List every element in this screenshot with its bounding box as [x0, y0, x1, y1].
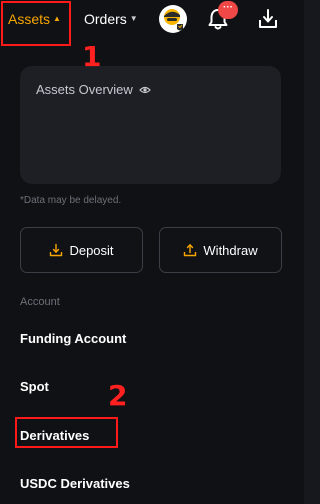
assets-overview-header: Assets Overview: [36, 82, 151, 97]
menu-item-usdc-derivatives[interactable]: USDC Derivatives: [20, 476, 130, 491]
menu-item-funding-account[interactable]: Funding Account: [20, 331, 126, 346]
deposit-label: Deposit: [69, 242, 114, 258]
assets-overview-card[interactable]: Assets Overview: [20, 66, 281, 184]
withdraw-label: Withdraw: [203, 242, 258, 258]
annotation-step-1: 1: [82, 40, 102, 73]
orders-menu[interactable]: Orders ▼: [84, 10, 138, 28]
eye-icon[interactable]: [138, 85, 151, 95]
orders-menu-label: Orders: [84, 11, 127, 27]
deposit-icon: [50, 243, 63, 257]
notifications-button[interactable]: ···: [205, 1, 238, 36]
withdraw-button[interactable]: Withdraw: [159, 227, 282, 273]
annotation-step-2: 2: [108, 379, 128, 412]
deposit-button[interactable]: Deposit: [20, 227, 143, 273]
annotation-box-derivatives: [15, 417, 118, 448]
data-delay-note: *Data may be delayed.: [20, 195, 122, 206]
avatar-icon[interactable]: [158, 4, 188, 34]
annotation-box-assets: [1, 1, 71, 46]
assets-overview-title: Assets Overview: [36, 82, 133, 97]
notification-badge: ···: [218, 1, 238, 19]
menu-item-spot[interactable]: Spot: [20, 379, 49, 394]
withdraw-icon: [184, 244, 197, 257]
download-icon: [259, 9, 277, 28]
download-button[interactable]: [256, 7, 280, 31]
caret-down-icon: ▼: [129, 14, 138, 23]
account-section-label: Account: [20, 296, 60, 308]
